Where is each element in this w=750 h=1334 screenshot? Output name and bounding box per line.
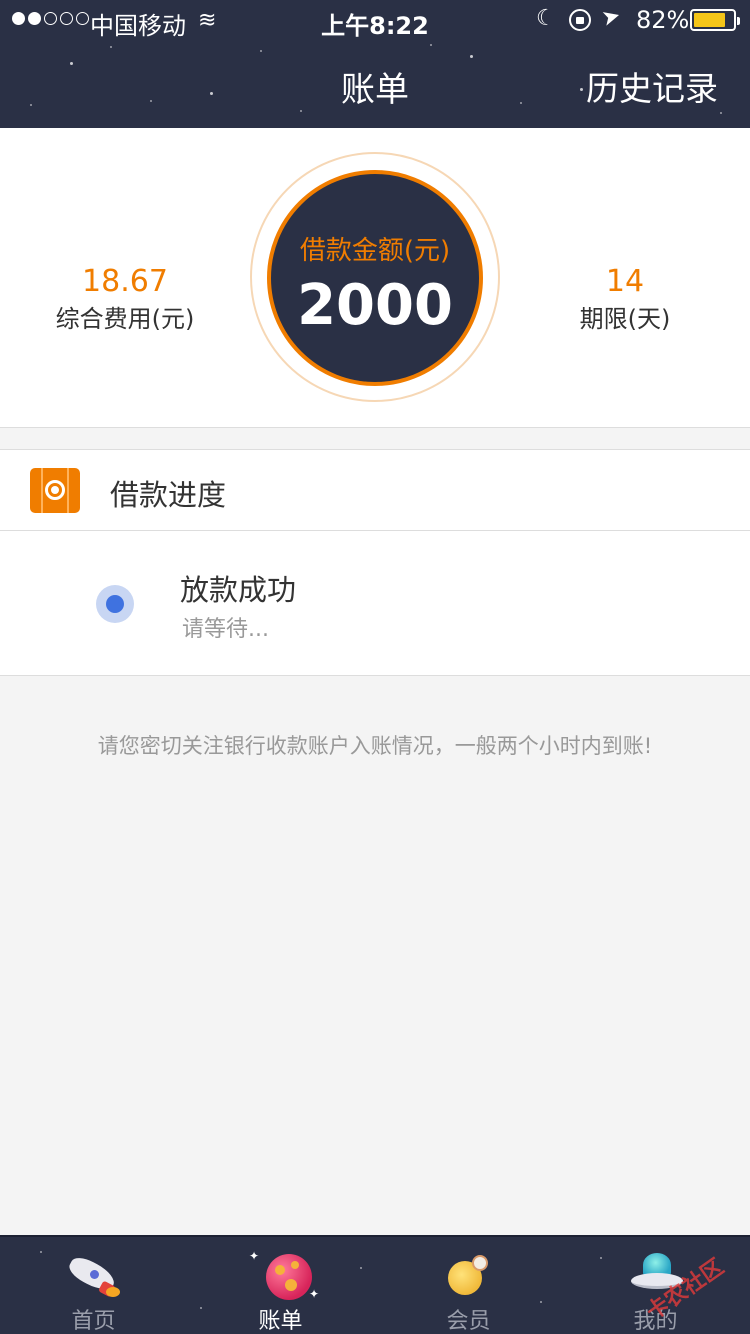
progress-section-header: 借款进度: [0, 449, 750, 531]
progress-step: 放款成功 请等待...: [0, 531, 750, 676]
term-label: 期限(天): [579, 305, 671, 333]
tab-bar: 首页 ✦ ✦ 账单 会员 我的: [0, 1235, 750, 1334]
progress-step-subtitle: 请等待...: [182, 617, 269, 642]
tab-member[interactable]: 会员: [375, 1237, 562, 1334]
progress-step-title: 放款成功: [180, 573, 297, 607]
moon-icon: ☾: [536, 6, 556, 31]
orientation-lock-icon: [569, 9, 591, 31]
fee-value: 18.67: [82, 264, 168, 299]
tab-home[interactable]: 首页: [0, 1237, 187, 1334]
amount-value: 2000: [297, 273, 453, 338]
tab-label: 首页: [71, 1309, 116, 1334]
tab-bill[interactable]: ✦ ✦ 账单: [187, 1237, 374, 1334]
status-bar: 中国移动 ≋ 上午8:22 ☾ ➤ 82%: [0, 0, 750, 40]
battery-icon: [690, 9, 740, 31]
battery-percent: 82%: [636, 6, 690, 34]
progress-icon: [30, 468, 80, 513]
rocket-icon: [62, 1253, 122, 1299]
tab-label: 账单: [258, 1309, 303, 1334]
amount-circle: 借款金额(元) 2000: [267, 170, 483, 386]
term-stat: 14 期限(天): [505, 264, 745, 336]
progress-title: 借款进度: [110, 478, 227, 512]
planet-icon: ✦ ✦: [249, 1249, 320, 1301]
status-dot-icon: [96, 585, 134, 623]
amount-label: 借款金额(元): [299, 236, 451, 266]
notice-text: 请您密切关注银行收款账户入账情况，一般两个小时内到账!: [97, 734, 653, 758]
moon-planet-icon: [446, 1253, 494, 1301]
loan-summary-card: 18.67 综合费用(元) 借款金额(元) 2000 14 期限(天): [0, 128, 750, 428]
header: 中国移动 ≋ 上午8:22 ☾ ➤ 82% 账单 历史记录: [0, 0, 750, 128]
fee-label: 综合费用(元): [55, 305, 195, 333]
term-value: 14: [605, 264, 645, 299]
fee-stat: 18.67 综合费用(元): [5, 264, 245, 336]
tab-label: 会员: [446, 1309, 491, 1334]
history-button[interactable]: 历史记录: [586, 62, 718, 110]
